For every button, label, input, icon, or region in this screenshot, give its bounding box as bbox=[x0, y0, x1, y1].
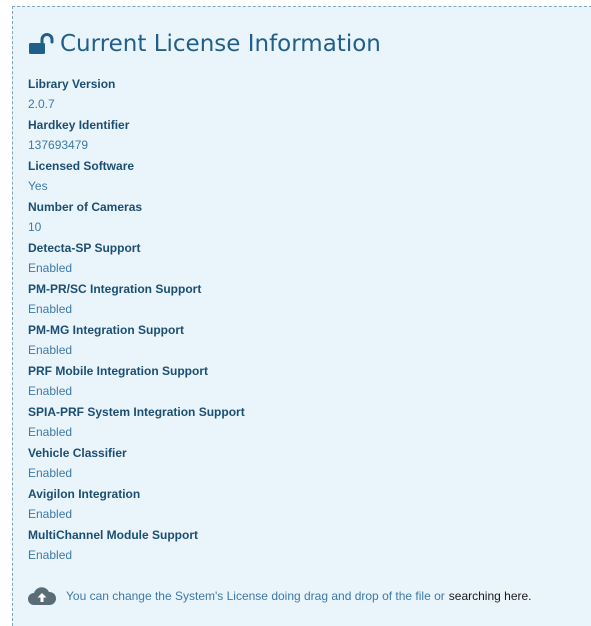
page-title: Current License Information bbox=[60, 31, 381, 57]
field-label: Avigilon Integration bbox=[28, 487, 141, 501]
upload-hint-period: . bbox=[528, 589, 532, 603]
license-panel: Current License Information Library Vers… bbox=[12, 6, 591, 626]
field-value: 137693479 bbox=[28, 138, 89, 152]
field-label: Number of Cameras bbox=[28, 200, 143, 214]
field-value: Enabled bbox=[28, 466, 73, 480]
field-value: Enabled bbox=[28, 425, 73, 439]
field-label: MultiChannel Module Support bbox=[28, 528, 198, 542]
search-file-link[interactable]: searching here bbox=[449, 589, 528, 603]
upload-hint: You can change the System's License doin… bbox=[27, 584, 532, 608]
field-label: Vehicle Classifier bbox=[28, 446, 127, 460]
field-value: Yes bbox=[28, 179, 48, 193]
field-label: SPIA-PRF System Integration Support bbox=[28, 405, 245, 419]
license-field: Licensed Software Yes bbox=[28, 156, 588, 197]
license-field: PM-PR/SC Integration Support Enabled bbox=[28, 279, 588, 320]
field-label: Detecta-SP Support bbox=[28, 241, 141, 255]
field-value: Enabled bbox=[28, 302, 73, 316]
license-field: Number of Cameras 10 bbox=[28, 197, 588, 238]
license-field: MultiChannel Module Support Enabled bbox=[28, 525, 588, 566]
field-value: Enabled bbox=[28, 548, 73, 562]
license-field: Detecta-SP Support Enabled bbox=[28, 238, 588, 279]
field-label: PRF Mobile Integration Support bbox=[28, 364, 208, 378]
license-field: Vehicle Classifier Enabled bbox=[28, 443, 588, 484]
field-label: PM-MG Integration Support bbox=[28, 323, 184, 337]
field-value: Enabled bbox=[28, 261, 73, 275]
license-field: PRF Mobile Integration Support Enabled bbox=[28, 361, 588, 402]
license-field: Avigilon Integration Enabled bbox=[28, 484, 588, 525]
field-label: PM-PR/SC Integration Support bbox=[28, 282, 202, 296]
license-field: Library Version 2.0.7 bbox=[28, 74, 588, 115]
field-value: 2.0.7 bbox=[28, 97, 55, 111]
unlock-icon bbox=[28, 33, 54, 55]
field-value: Enabled bbox=[28, 384, 73, 398]
field-value: Enabled bbox=[28, 343, 73, 357]
panel-header: Current License Information bbox=[28, 29, 381, 59]
license-field: PM-MG Integration Support Enabled bbox=[28, 320, 588, 361]
license-field: Hardkey Identifier 137693479 bbox=[28, 115, 588, 156]
field-value: 10 bbox=[28, 220, 42, 234]
license-field-list: Library Version 2.0.7 Hardkey Identifier 13… bbox=[28, 74, 588, 566]
cloud-upload-icon[interactable] bbox=[27, 586, 57, 606]
upload-hint-text: You can change the System's License doin… bbox=[66, 589, 445, 603]
field-label: Hardkey Identifier bbox=[28, 118, 130, 132]
field-value: Enabled bbox=[28, 507, 73, 521]
field-label: Library Version bbox=[28, 77, 116, 91]
license-field: SPIA-PRF System Integration Support Enabl… bbox=[28, 402, 588, 443]
field-label: Licensed Software bbox=[28, 159, 135, 173]
